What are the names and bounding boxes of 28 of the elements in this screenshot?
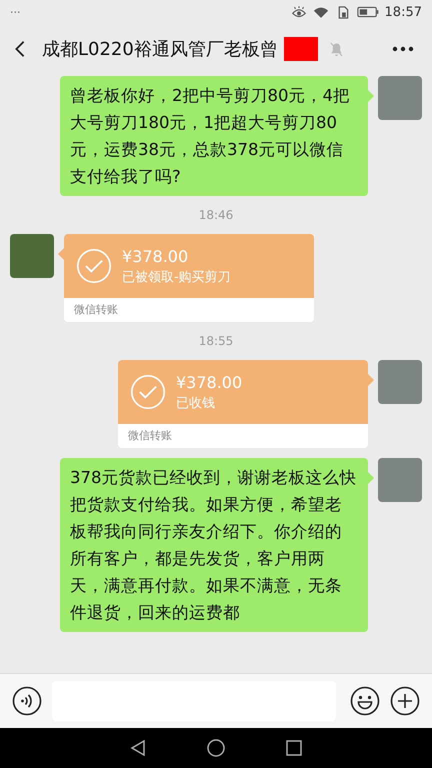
voice-icon[interactable] (12, 686, 42, 716)
back-icon[interactable] (14, 40, 26, 58)
check-circle-icon (130, 374, 166, 410)
message-bubble: 378元货款已经收到，谢谢老板这么快把货款支付给我。如果方便，希望老板帮我向同行亲友介绍下。你介绍的所有客户，都是先发货，客户用两天，满意再付款。如果不满意，无条件退货，回来的运费都 (60, 458, 368, 632)
status-time: 18:57 (384, 4, 422, 20)
back-icon[interactable] (128, 738, 148, 758)
wifi-icon (312, 6, 329, 18)
transfer-amount: ¥378.00 (122, 246, 190, 266)
eye-icon (290, 6, 307, 18)
check-circle-icon (76, 248, 112, 284)
battery-icon (356, 6, 379, 18)
transfer-label: 微信转账 (73, 302, 119, 318)
more-icon[interactable] (392, 46, 414, 52)
plus-icon[interactable] (390, 686, 420, 716)
timestamp: 18:55 (198, 333, 234, 350)
notification-dots: ··· (10, 6, 20, 18)
message-bubble: 曾老板你好，2把中号剪刀80元，4把大号剪刀180元，1把超大号剪刀80元，运费38元，总款378元可以微信支付给我了吗? (60, 76, 368, 196)
transfer-card[interactable]: ¥378.00 已收钱 微信转账 (118, 360, 368, 448)
chat-title: 成都L0220裕通风管厂老板曾 (42, 38, 278, 61)
emoji-icon[interactable] (350, 686, 380, 716)
transfer-label: 微信转账 (127, 428, 173, 444)
timestamp: 18:46 (198, 207, 234, 224)
transfer-card[interactable]: ¥378.00 已被领取-购买剪刀 微信转账 (64, 234, 314, 322)
home-icon[interactable] (206, 738, 226, 758)
recent-apps-icon[interactable] (284, 738, 304, 758)
transfer-status: 已被领取-购买剪刀 (122, 268, 231, 286)
transfer-status: 已收钱 (176, 394, 216, 412)
transfer-amount: ¥378.00 (176, 372, 242, 392)
